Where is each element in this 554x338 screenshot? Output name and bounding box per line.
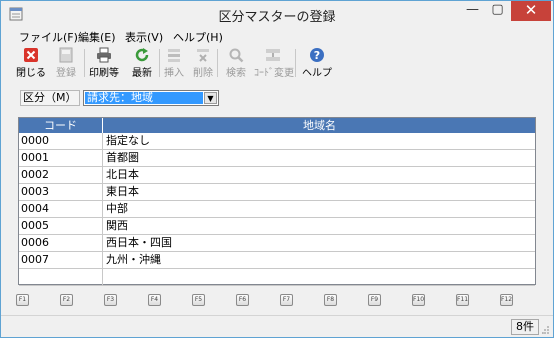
print-button-label: 印刷等 <box>89 68 119 79</box>
code-cell[interactable]: 0007 <box>19 252 103 268</box>
save-icon <box>59 47 73 63</box>
fkey-f9[interactable]: F9 <box>368 294 381 306</box>
region-name-cell[interactable]: 首都圏 <box>104 150 535 166</box>
register-button[interactable]: 登録 <box>49 47 83 80</box>
region-name-cell[interactable]: 関西 <box>104 218 535 234</box>
category-selected-value: 請求先：地域 <box>85 92 203 104</box>
status-bar: 8件 <box>1 315 553 337</box>
record-count: 8件 <box>511 319 539 335</box>
category-label: 区分（M） <box>20 90 80 106</box>
code-change-icon <box>266 49 280 61</box>
code-cell[interactable]: 0002 <box>19 167 103 183</box>
region-name-cell[interactable]: 北日本 <box>104 167 535 183</box>
table-row[interactable]: 0003 東日本 <box>19 184 535 201</box>
fkey-f8[interactable]: F8 <box>324 294 337 306</box>
refresh-button-label: 最新 <box>132 68 152 79</box>
table-row-new[interactable] <box>19 269 535 286</box>
minimize-button[interactable]: — <box>460 1 485 21</box>
code-cell[interactable] <box>19 269 103 285</box>
print-button[interactable]: 印刷等 <box>87 47 121 80</box>
svg-text:?: ? <box>314 49 320 62</box>
region-name-cell[interactable]: 中部 <box>104 201 535 217</box>
search-icon <box>229 48 244 63</box>
fkey-f12[interactable]: F12 <box>500 294 513 306</box>
function-key-bar: F1 F2 F3 F4 F5 F6 F7 F8 F9 F10 F11 F12 <box>1 294 553 308</box>
delete-button[interactable]: 削除 <box>186 47 220 80</box>
toolbar-separator <box>84 49 85 77</box>
fkey-f5[interactable]: F5 <box>192 294 205 306</box>
table-row[interactable]: 0004 中部 <box>19 201 535 218</box>
toolbar: 閉じる 登録 印刷等 最新 挿入 削除 検索 ｺｰﾄﾞ変更 ? ヘルプ <box>1 45 553 81</box>
code-cell[interactable]: 0001 <box>19 150 103 166</box>
refresh-button[interactable]: 最新 <box>125 47 159 80</box>
fkey-f4[interactable]: F4 <box>148 294 161 306</box>
region-name-cell[interactable]: 東日本 <box>104 184 535 200</box>
title-bar[interactable]: 区分マスターの登録 — ▢ ✕ <box>1 1 553 27</box>
chevron-down-icon[interactable]: ▼ <box>204 92 217 104</box>
maximize-button[interactable]: ▢ <box>485 1 510 21</box>
search-button[interactable]: 検索 <box>219 47 253 80</box>
code-cell[interactable]: 0003 <box>19 184 103 200</box>
table-row[interactable]: 0006 西日本・四国 <box>19 235 535 252</box>
fkey-f6[interactable]: F6 <box>236 294 249 306</box>
close-icon <box>24 48 38 62</box>
delete-icon <box>197 49 209 62</box>
code-cell[interactable]: 0004 <box>19 201 103 217</box>
close-window-button[interactable]: ✕ <box>511 1 551 21</box>
fkey-f1[interactable]: F1 <box>16 294 29 306</box>
table-row[interactable]: 0002 北日本 <box>19 167 535 184</box>
menu-file[interactable]: ファイル(F) <box>19 29 78 45</box>
code-change-button-label: ｺｰﾄﾞ変更 <box>254 68 294 79</box>
table-row[interactable]: 0005 関西 <box>19 218 535 235</box>
help-button[interactable]: ? ヘルプ <box>300 47 334 80</box>
close-button[interactable]: 閉じる <box>14 47 48 80</box>
fkey-f3[interactable]: F3 <box>104 294 117 306</box>
menu-help[interactable]: ヘルプ(H) <box>173 29 223 45</box>
code-cell[interactable]: 0006 <box>19 235 103 251</box>
region-name-cell[interactable]: 指定なし <box>104 133 535 149</box>
help-icon: ? <box>310 48 324 62</box>
printer-icon <box>97 47 111 63</box>
insert-row-icon <box>168 49 180 62</box>
refresh-icon <box>135 48 149 62</box>
category-select[interactable]: 請求先：地域 ▼ <box>83 90 219 106</box>
column-header-code[interactable]: コード <box>19 118 103 133</box>
code-cell[interactable]: 0000 <box>19 133 103 149</box>
close-button-label: 閉じる <box>16 68 46 79</box>
code-change-button[interactable]: ｺｰﾄﾞ変更 <box>254 47 294 80</box>
code-cell[interactable]: 0005 <box>19 218 103 234</box>
region-name-cell[interactable] <box>104 269 535 285</box>
register-button-label: 登録 <box>56 68 76 79</box>
region-table: コード 地域名 0000 指定なし 0001 首都圏 0002 北日本 0003… <box>18 117 536 286</box>
table-row[interactable]: 0000 指定なし <box>19 133 535 150</box>
fkey-f2[interactable]: F2 <box>60 294 73 306</box>
column-header-region-name[interactable]: 地域名 <box>104 118 535 133</box>
fkey-f11[interactable]: F11 <box>456 294 469 306</box>
table-header: コード 地域名 <box>19 118 535 133</box>
table-row[interactable]: 0001 首都圏 <box>19 150 535 167</box>
table-row[interactable]: 0007 九州・沖縄 <box>19 252 535 269</box>
fkey-f7[interactable]: F7 <box>280 294 293 306</box>
fkey-f10[interactable]: F10 <box>412 294 425 306</box>
region-name-cell[interactable]: 九州・沖縄 <box>104 252 535 268</box>
delete-button-label: 削除 <box>193 68 213 79</box>
menu-view[interactable]: 表示(V) <box>125 29 163 45</box>
menu-bar: ファイル(F) 編集(E) 表示(V) ヘルプ(H) <box>1 27 553 45</box>
menu-edit[interactable]: 編集(E) <box>78 29 116 45</box>
toolbar-separator <box>217 49 218 77</box>
resize-grip-icon[interactable] <box>542 325 550 335</box>
main-window: 区分マスターの登録 — ▢ ✕ ファイル(F) 編集(E) 表示(V) ヘルプ(… <box>0 0 554 338</box>
search-button-label: 検索 <box>226 68 246 79</box>
help-button-label: ヘルプ <box>302 68 332 79</box>
toolbar-separator <box>295 49 296 77</box>
region-name-cell[interactable]: 西日本・四国 <box>104 235 535 251</box>
